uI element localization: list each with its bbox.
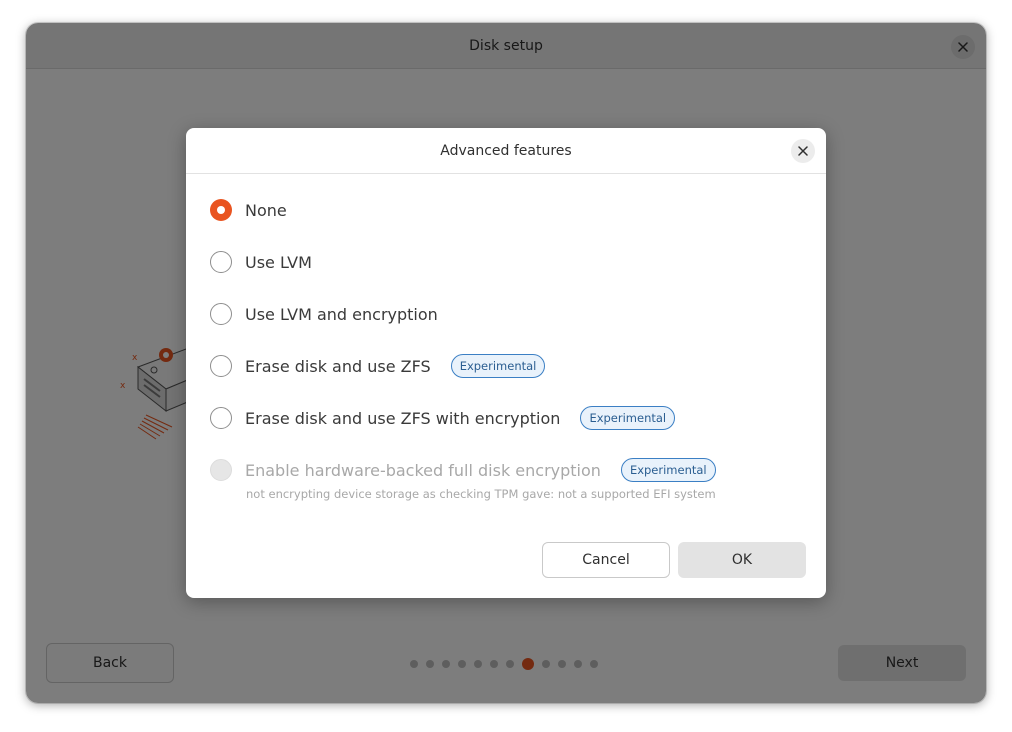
radio-hardware-encryption bbox=[210, 459, 232, 481]
option-label: None bbox=[245, 200, 287, 220]
option-none[interactable]: None bbox=[210, 194, 287, 226]
option-label: Erase disk and use ZFS bbox=[245, 356, 431, 376]
option-lvm-encryption[interactable]: Use LVM and encryption bbox=[210, 298, 438, 330]
advanced-features-dialog: Advanced features None Use LVM Use LVM a… bbox=[186, 128, 826, 598]
radio-zfs[interactable] bbox=[210, 355, 232, 377]
dialog-close-button[interactable] bbox=[791, 139, 815, 163]
experimental-badge: Experimental bbox=[620, 458, 716, 482]
option-label: Use LVM and encryption bbox=[245, 304, 438, 324]
radio-lvm-encryption[interactable] bbox=[210, 303, 232, 325]
dialog-header: Advanced features bbox=[186, 128, 826, 174]
radio-none[interactable] bbox=[210, 199, 232, 221]
option-zfs-encryption[interactable]: Erase disk and use ZFS with encryption E… bbox=[210, 402, 676, 434]
option-label: Erase disk and use ZFS with encryption bbox=[245, 408, 561, 428]
close-icon bbox=[798, 146, 808, 156]
option-hardware-encryption: Enable hardware-backed full disk encrypt… bbox=[210, 454, 716, 486]
option-label: Enable hardware-backed full disk encrypt… bbox=[245, 460, 601, 480]
ok-button[interactable]: OK bbox=[678, 542, 806, 578]
experimental-badge: Experimental bbox=[580, 406, 676, 430]
experimental-badge: Experimental bbox=[450, 354, 546, 378]
option-help-text: not encrypting device storage as checkin… bbox=[246, 487, 716, 501]
radio-lvm[interactable] bbox=[210, 251, 232, 273]
option-zfs[interactable]: Erase disk and use ZFS Experimental bbox=[210, 350, 546, 382]
radio-zfs-encryption[interactable] bbox=[210, 407, 232, 429]
option-lvm[interactable]: Use LVM bbox=[210, 246, 312, 278]
dialog-title: Advanced features bbox=[440, 143, 572, 159]
option-label: Use LVM bbox=[245, 252, 312, 272]
cancel-button[interactable]: Cancel bbox=[542, 542, 670, 578]
